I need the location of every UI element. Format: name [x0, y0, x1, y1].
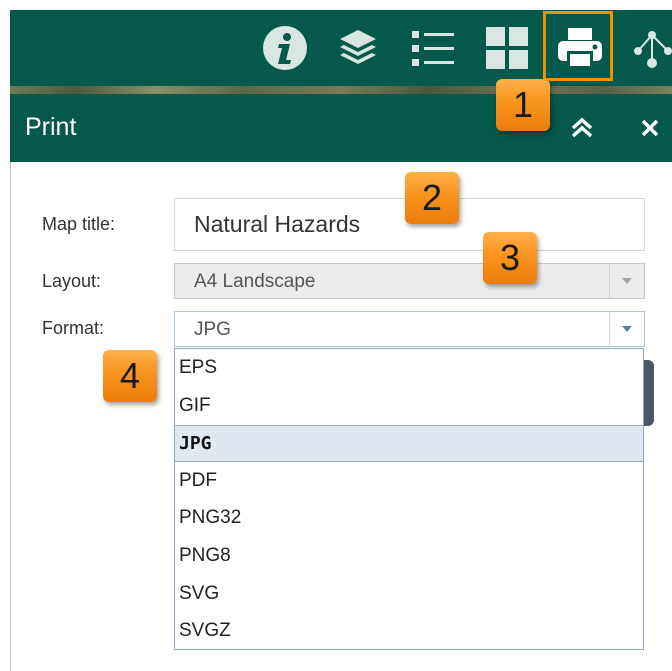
layers-icon: [340, 30, 376, 64]
share-button[interactable]: [628, 10, 672, 86]
format-option-png8[interactable]: PNG8: [175, 537, 643, 574]
layers-button[interactable]: [323, 10, 393, 86]
format-label: Format:: [42, 318, 105, 338]
layout-value: A4 Landscape: [194, 271, 316, 292]
share-network-icon: [634, 31, 672, 68]
map-strip: [10, 86, 672, 94]
basemap-gallery-icon: [486, 27, 528, 69]
callout-4: 4: [103, 350, 157, 402]
layout-label: Layout:: [42, 271, 102, 291]
caret-down-icon: [622, 278, 632, 284]
format-option-jpg[interactable]: JPG: [175, 425, 643, 462]
caret-down-icon: [622, 326, 632, 332]
legend-button[interactable]: [398, 10, 468, 86]
callout-3: 3: [483, 232, 537, 284]
close-icon: [641, 119, 659, 137]
double-chevron-up-icon: [571, 117, 593, 138]
format-dropdown-arrow[interactable]: [609, 312, 644, 346]
basemap-gallery-button[interactable]: [472, 10, 542, 86]
close-button[interactable]: [632, 94, 668, 162]
top-toolbar: [10, 10, 672, 86]
layout-select[interactable]: A4 Landscape: [174, 263, 645, 299]
format-option-pdf[interactable]: PDF: [175, 462, 643, 499]
panel-title: Print: [25, 113, 77, 141]
format-option-png32[interactable]: PNG32: [175, 499, 643, 536]
info-button[interactable]: [250, 10, 320, 86]
print-panel-header: Print: [10, 94, 672, 162]
hidden-button-edge: [644, 360, 654, 426]
format-dropdown-list: EPS GIF JPG PDF PNG32 PNG8 SVG SVGZ: [174, 348, 644, 650]
layout-dropdown-arrow[interactable]: [609, 264, 644, 298]
map-title-label: Map title:: [42, 214, 116, 234]
format-option-gif[interactable]: GIF: [175, 387, 643, 424]
format-select[interactable]: JPG: [174, 311, 645, 347]
info-icon: [263, 26, 307, 70]
legend-list-icon: [412, 31, 454, 66]
format-value: JPG: [194, 319, 231, 340]
format-option-eps[interactable]: EPS: [175, 349, 643, 386]
callout-2: 2: [405, 172, 459, 224]
collapse-button[interactable]: [562, 94, 602, 162]
callout-1: 1: [496, 79, 550, 131]
format-option-svgz[interactable]: SVGZ: [175, 612, 643, 649]
format-option-svg[interactable]: SVG: [175, 575, 643, 612]
print-tool-highlight: [543, 11, 613, 81]
